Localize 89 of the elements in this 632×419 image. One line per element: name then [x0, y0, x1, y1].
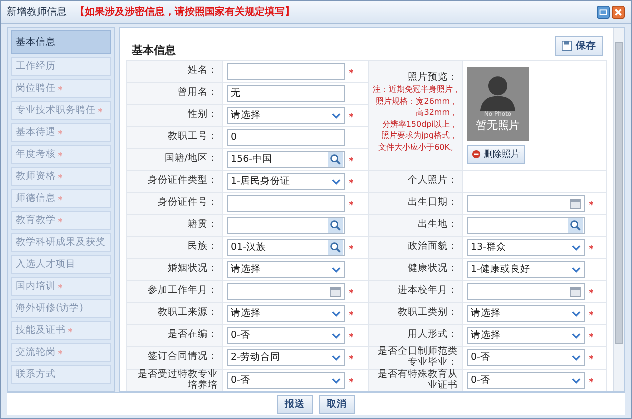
field-label: 参加工作年月： — [126, 280, 222, 302]
field-label: 是否有特殊教育从业证书 — [368, 369, 462, 391]
chevron-down-icon — [572, 378, 581, 384]
field-label: 是否受过特教专业培养培 — [126, 369, 222, 391]
field-label: 出生地： — [368, 214, 462, 236]
photo-note: 注：近期免冠半身照片， — [373, 84, 458, 96]
field-label: 性别： — [126, 104, 222, 126]
dropdown-field[interactable]: 0-否 — [467, 349, 585, 366]
section-title: 基本信息 — [132, 43, 176, 58]
field-label: 民族： — [126, 236, 222, 258]
dropdown-field[interactable]: 请选择 — [467, 327, 585, 344]
text-field[interactable] — [227, 195, 345, 212]
lookup-field[interactable] — [227, 217, 345, 234]
chevron-down-icon — [332, 266, 341, 272]
field-label: 出生日期： — [368, 192, 462, 214]
delete-photo-button[interactable]: 删除照片 — [467, 145, 525, 164]
chevron-down-icon — [332, 332, 341, 338]
field-label: 身份证件类型： — [126, 170, 222, 192]
field-label: 身份证件号： — [126, 192, 222, 214]
chevron-down-icon — [332, 310, 341, 316]
photo-note: 照片要求为jpg格式， — [380, 130, 458, 142]
dropdown-field[interactable]: 请选择 — [227, 107, 345, 124]
calendar-icon[interactable] — [570, 286, 581, 296]
submit-button[interactable]: 报送 — [277, 394, 313, 414]
field-label: 个人照片： — [368, 170, 462, 192]
chevron-down-icon — [332, 354, 341, 361]
field-label: 进本校年月： — [368, 280, 462, 302]
dropdown-field[interactable]: 1-健康或良好 — [467, 261, 585, 278]
dropdown-field[interactable]: 请选择 — [467, 305, 585, 322]
sidebar-item[interactable]: 基本信息 — [11, 30, 111, 54]
search-icon[interactable] — [328, 152, 343, 167]
minus-circle-icon — [472, 150, 481, 159]
placeholder-text: 暂无照片 — [476, 119, 520, 133]
photo-note: 照片规格：宽26mm， — [375, 96, 458, 108]
close-icon[interactable] — [612, 6, 625, 18]
field-label: 签订合同情况： — [126, 346, 222, 370]
search-icon[interactable] — [328, 218, 343, 233]
field-label: 教职工来源： — [126, 302, 222, 324]
text-field[interactable]: 0 — [227, 129, 345, 146]
chevron-down-icon — [332, 112, 341, 118]
restore-icon[interactable] — [597, 6, 610, 18]
field-label: 姓名： — [126, 60, 222, 82]
calendar-icon[interactable] — [570, 198, 581, 208]
date-field[interactable] — [467, 283, 585, 300]
dropdown-field[interactable]: 2-劳动合同 — [227, 349, 345, 366]
calendar-icon[interactable] — [330, 286, 341, 296]
dropdown-field[interactable]: 0-否 — [227, 372, 345, 390]
cancel-button[interactable]: 取消 — [319, 394, 355, 414]
dropdown-field[interactable]: 请选择 — [227, 261, 345, 278]
date-field[interactable] — [467, 195, 585, 212]
chevron-down-icon — [332, 378, 341, 384]
search-icon[interactable] — [568, 218, 583, 233]
dropdown-field[interactable]: 1-居民身份证 — [227, 173, 345, 190]
notice-text: 【如果涉及涉密信息，请按照国家有关规定填写】 — [75, 5, 295, 19]
field-label: 曾用名： — [126, 82, 222, 104]
field-label: 是否在编： — [126, 324, 222, 346]
dropdown-field[interactable]: 请选择 — [227, 305, 345, 322]
field-label: 政治面貌： — [368, 236, 462, 258]
field-label: 教职工类别： — [368, 302, 462, 324]
lookup-field[interactable]: 156-中国 — [227, 151, 345, 168]
field-label: 婚姻状况： — [126, 258, 222, 280]
chevron-down-icon — [572, 310, 581, 316]
field-label: 国籍/地区： — [126, 148, 222, 170]
scrollbar[interactable] — [613, 28, 624, 391]
window-title: 新增教师信息 — [7, 6, 67, 19]
field-label: 是否全日制师范类专业毕业： — [368, 346, 462, 370]
dropdown-field[interactable]: 0-否 — [467, 372, 585, 390]
date-field[interactable] — [227, 283, 345, 300]
field-label: 籍贯： — [126, 214, 222, 236]
lookup-field[interactable]: 01-汉族 — [227, 239, 345, 256]
photo-note: 分辨率150dpi以上， — [381, 118, 458, 130]
save-button[interactable]: 保存 — [555, 36, 603, 56]
chevron-down-icon — [572, 332, 581, 338]
photo-note: 高32mm， — [415, 107, 458, 119]
field-label: 教职工号： — [126, 126, 222, 148]
field-label: 健康状况： — [368, 258, 462, 280]
chevron-down-icon — [332, 178, 341, 184]
dropdown-field[interactable]: 0-否 — [227, 327, 345, 344]
chevron-down-icon — [572, 354, 581, 361]
photo-note: 文件大小应小于60K。 — [378, 142, 458, 154]
chevron-down-icon — [572, 244, 581, 250]
chevron-down-icon — [572, 266, 581, 272]
lookup-field[interactable] — [467, 217, 585, 234]
search-icon[interactable] — [328, 240, 343, 255]
field-label: 用人形式： — [368, 324, 462, 346]
field-label: 照片预览： — [407, 73, 458, 84]
dropdown-field[interactable]: 13-群众 — [467, 239, 585, 256]
text-field[interactable] — [227, 63, 345, 80]
text-field[interactable]: 无 — [227, 85, 345, 102]
